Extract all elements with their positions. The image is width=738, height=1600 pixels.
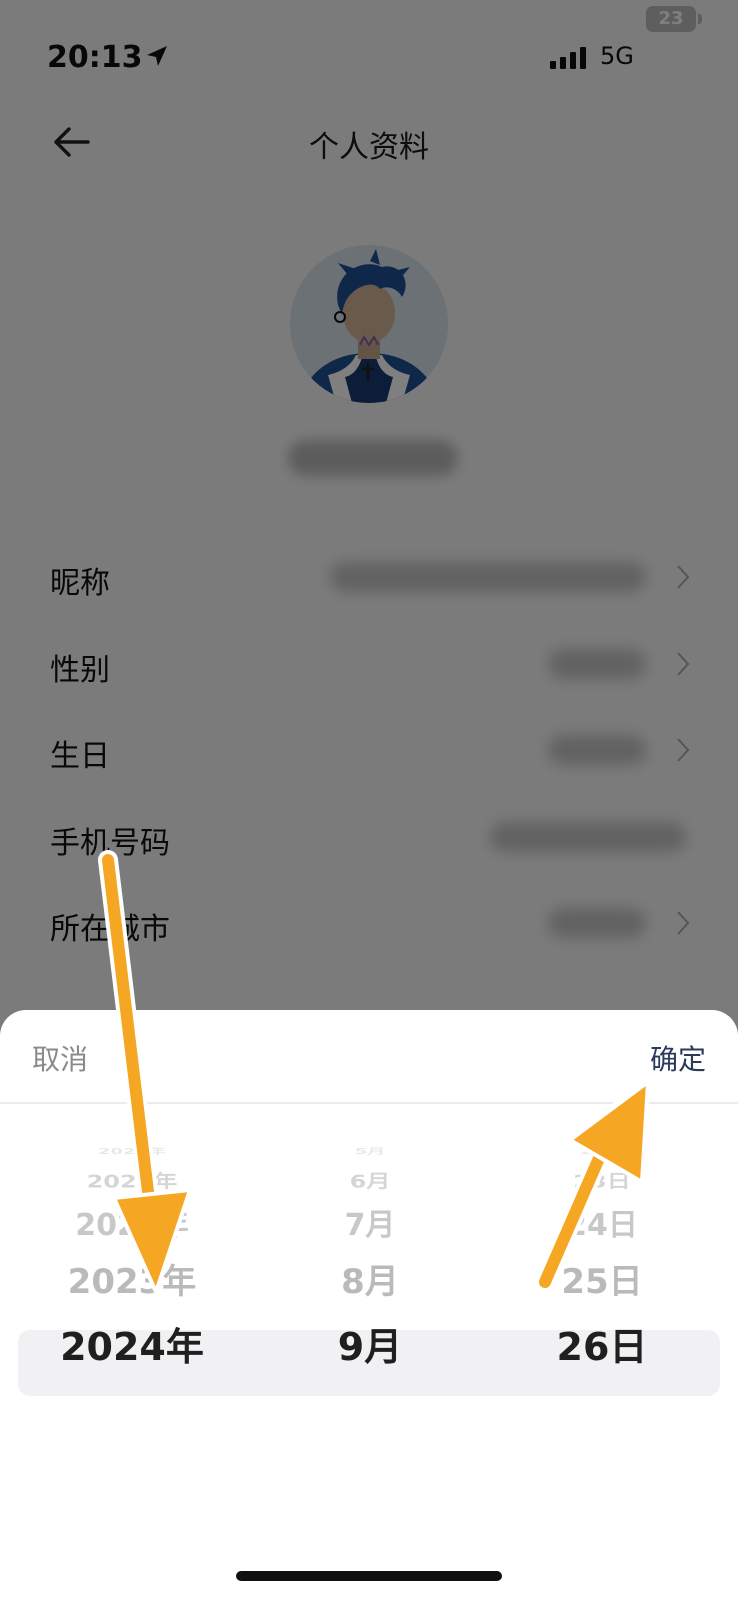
watermark-site: jingyan.baidu.com [566, 1533, 686, 1548]
arrow-up-to-confirm [535, 1080, 650, 1292]
annotation-arrows [98, 850, 650, 1294]
baidu-jingyan-watermark: Bai du 经验 [564, 1496, 712, 1575]
arrow-down-to-year [98, 850, 192, 1294]
